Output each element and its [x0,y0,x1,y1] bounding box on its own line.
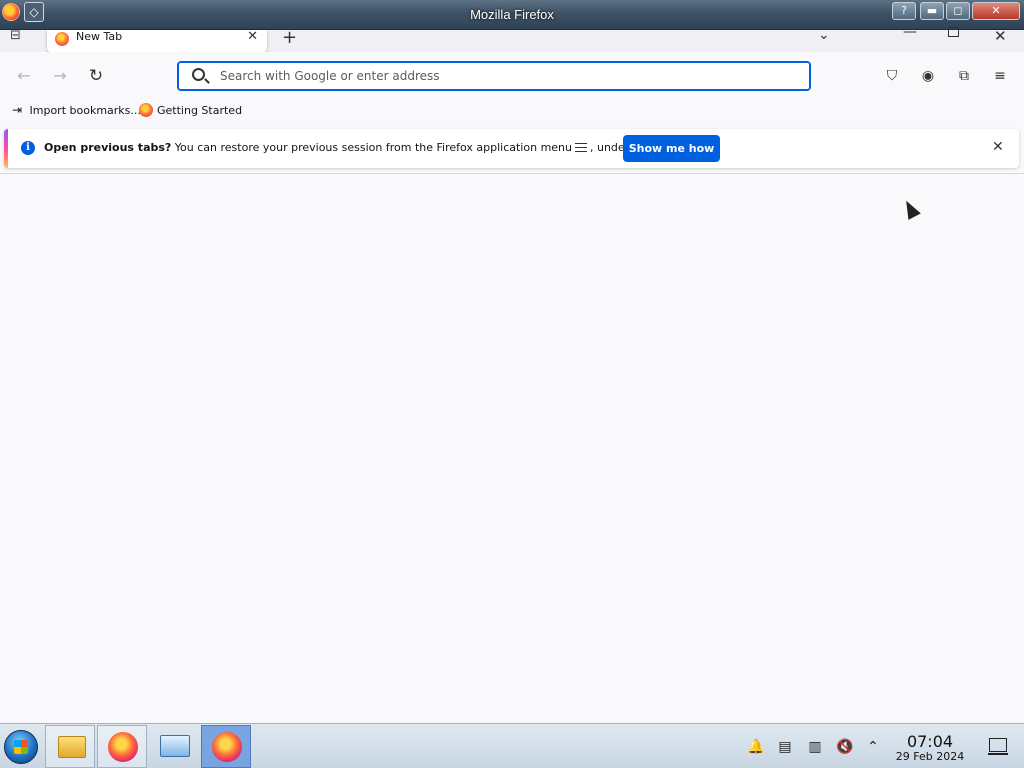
app-menu-icon[interactable]: ≡ [991,67,1009,85]
forward-button[interactable]: → [50,66,70,86]
taskbar-firefox-window[interactable] [201,725,251,768]
address-input[interactable] [220,67,780,85]
clock-date[interactable]: 29 Feb 2024 [890,750,970,763]
tab-label: New Tab [76,30,123,43]
import-icon: ⇥ [12,103,23,117]
bookmarks-toolbar: ⇥ Import bookmarks... Getting Started [0,98,1024,124]
navigation-toolbar: ← → ↻ ⛉ ◉ ⧉ ≡ [0,52,1024,98]
show-me-how-button[interactable]: Show me how [623,135,720,162]
import-bookmarks-item[interactable]: ⇥ Import bookmarks... [12,103,141,117]
getting-started-bookmark[interactable]: Getting Started [139,103,242,117]
tab-close-icon[interactable]: ✕ [247,29,258,44]
window-help-button[interactable]: ? [892,2,916,20]
hamburger-menu-icon [575,143,587,152]
restore-session-notification: i Open previous tabs? You can restore yo… [4,129,1019,168]
list-all-tabs-icon[interactable]: ⊟ [10,29,28,44]
new-tab-button[interactable]: + [282,27,297,48]
firefox-minimize-button[interactable]: — [903,24,917,40]
import-bookmarks-label: Import bookmarks... [29,104,141,117]
folder-icon [58,736,86,758]
show-desktop-icon[interactable] [988,738,1008,755]
start-menu-button[interactable] [4,730,38,764]
notification-close-icon[interactable]: ✕ [992,139,1004,155]
window-minimize-button[interactable]: ▬ [920,2,944,20]
reload-button[interactable]: ↻ [86,66,106,86]
getting-started-label: Getting Started [157,104,243,117]
window-title: Mozilla Firefox [470,7,554,22]
tab-strip: ⊟ New Tab ✕ + ⌄ — ✕ [0,24,1024,52]
info-icon: i [21,141,35,155]
firefox-favicon-icon [55,32,69,46]
window-titlebar: ◇ Mozilla Firefox ? ▬ ◻ ✕ [0,0,1024,30]
firefox-favicon-icon [139,103,153,117]
window-close-button[interactable]: ✕ [972,2,1020,20]
volume-muted-icon[interactable]: 🔇 [836,738,854,756]
extensions-icon[interactable]: ⧉ [955,67,973,85]
pocket-icon[interactable]: ⛉ [883,67,901,85]
notification-title: Open previous tabs? [44,141,172,154]
back-button[interactable]: ← [14,66,34,86]
window-maximize-button[interactable]: ◻ [946,2,970,20]
network-computer-icon [160,735,190,757]
tabs-dropdown-icon[interactable]: ⌄ [818,27,830,43]
search-icon [192,68,205,81]
tray-expand-icon[interactable]: ⌃ [864,738,882,756]
tab-new-tab[interactable]: New Tab ✕ [47,29,267,52]
taskbar-file-manager[interactable] [45,725,95,768]
account-icon[interactable]: ◉ [919,67,937,85]
notification-message: Open previous tabs? You can restore your… [44,141,674,154]
firefox-restore-button[interactable] [948,27,959,37]
firefox-close-button[interactable]: ✕ [994,27,1007,45]
firefox-icon [108,732,138,762]
notifications-icon[interactable]: 🔔 [747,738,765,756]
taskbar-network-app[interactable] [149,725,199,768]
taskbar: 🔔 ▤ ▥ 🔇 ⌃ 07:04 29 Feb 2024 [0,723,1024,768]
clock-time[interactable]: 07:04 [890,732,970,751]
firefox-icon [212,732,242,762]
clipboard-icon[interactable]: ▤ [776,738,794,756]
battery-icon[interactable]: ▥ [806,738,824,756]
address-bar[interactable] [177,61,811,91]
notification-text-before: You can restore your previous session fr… [171,141,572,154]
page-content[interactable] [0,174,1024,723]
taskbar-firefox-launcher[interactable] [97,725,147,768]
